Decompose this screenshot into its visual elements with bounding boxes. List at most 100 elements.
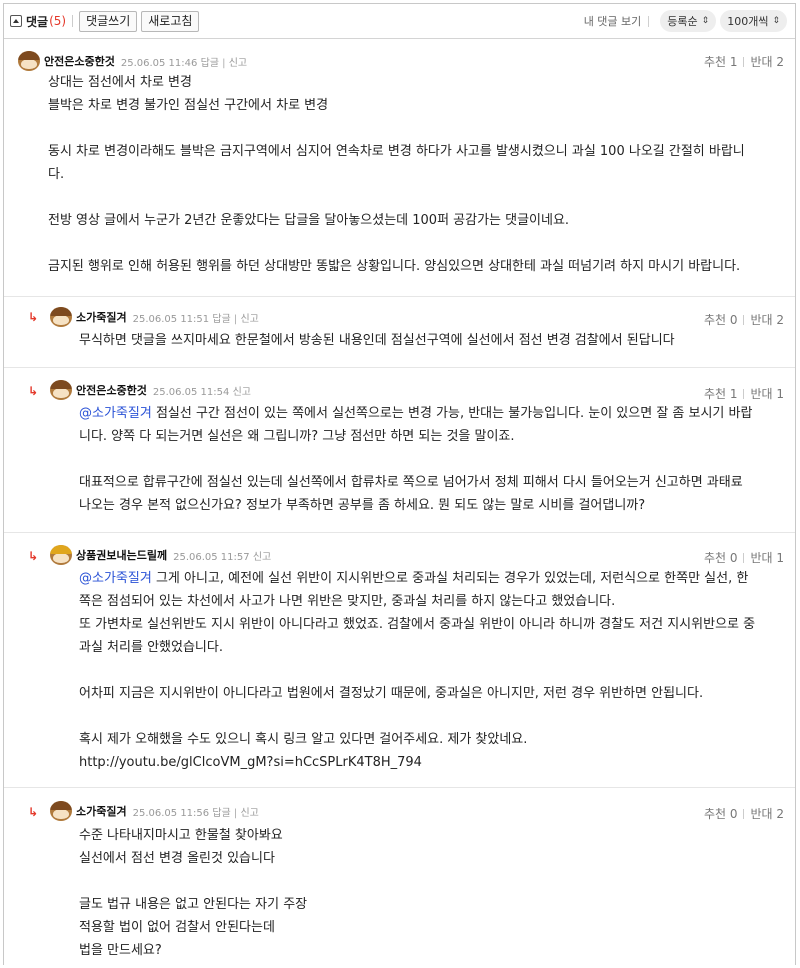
comment-header: 소가죽질겨 25.06.05 11:56 답글 | 신고	[50, 801, 259, 821]
comment-date: 25.06.05 11:51	[132, 313, 210, 325]
comment-line	[79, 448, 752, 471]
comment-meta: 25.06.05 11:51 답글 | 신고	[132, 313, 259, 325]
upvote-button[interactable]: 추천 0	[704, 805, 738, 822]
collapse-icon[interactable]	[10, 15, 22, 27]
avatar	[18, 51, 40, 71]
comment-meta: 25.06.05 11:56 답글 | 신고	[132, 807, 259, 819]
upvote-button[interactable]: 추천 1	[704, 53, 738, 70]
comment-author[interactable]: 소가죽질겨	[76, 309, 127, 325]
mention-link[interactable]: @소가죽질겨	[79, 571, 152, 586]
comment-line: 수준 나타내지마시고 한물철 찾아봐요	[79, 828, 283, 843]
comment-line	[48, 232, 745, 255]
comment-meta: 25.06.05 11:54 신고	[153, 383, 251, 398]
comment-line	[48, 117, 745, 140]
comment-date: 25.06.05 11:54	[152, 386, 230, 398]
divider	[72, 15, 74, 27]
sort-select[interactable]: 등록순 ⇕	[660, 10, 717, 32]
comment-divider	[4, 367, 795, 368]
comment-line: 대표적으로 합류구간에 점실선 있는데 실선쪽에서 합류차로 쪽으로 넘어가서 …	[79, 475, 743, 490]
sort-select-value: 등록순	[667, 15, 698, 28]
report-link[interactable]: 신고	[240, 808, 258, 819]
reply-arrow-icon: ↳	[28, 310, 39, 324]
reply-arrow-icon: ↳	[28, 384, 39, 398]
comment-body: @소가죽질겨 점실선 구간 점선이 있는 쪽에서 실선쪽으로는 변경 가능, 반…	[79, 402, 752, 517]
upvote-button[interactable]: 추천 0	[704, 549, 738, 566]
refresh-button[interactable]: 새로고침	[141, 10, 200, 32]
vote-box: 추천 1 반대 1	[704, 385, 784, 402]
downvote-button[interactable]: 반대 2	[750, 805, 784, 822]
comment-author[interactable]: 상품권보내는드릴께	[76, 547, 167, 563]
upvote-button[interactable]: 추천 0	[704, 311, 738, 328]
downvote-button[interactable]: 반대 2	[750, 311, 784, 328]
comment-line: @소가죽질겨 그게 아니고, 예전에 실선 위반이 지시위반으로 중과실 처리되…	[79, 571, 749, 586]
comment-date: 25.06.05 11:56	[132, 807, 210, 819]
comment-line: 과실 처리를 안했었습니다.	[79, 640, 223, 655]
comment-panel: 댓글 (5) 댓글쓰기 새로고침 내 댓글 보기 등록순 ⇕ 100개씩 ⇕ 안…	[3, 3, 796, 965]
mention-link[interactable]: @소가죽질겨	[79, 406, 152, 421]
comment-header: 안전은소중한것 25.06.05 11:46 답글 | 신고	[18, 51, 247, 71]
comment-line	[79, 705, 755, 728]
comment-line: 적용할 법이 없어 검찰서 안된다는데	[79, 920, 275, 935]
comment-author[interactable]: 소가죽질겨	[76, 803, 127, 819]
upvote-button[interactable]: 추천 1	[704, 385, 738, 402]
comment-count: (5)	[49, 14, 67, 28]
my-comments-link[interactable]: 내 댓글 보기	[584, 13, 642, 29]
comment-divider	[4, 787, 795, 788]
vote-box: 추천 0 반대 1	[704, 549, 784, 566]
updown-chevron-icon: ⇕	[701, 16, 710, 26]
report-link[interactable]: 신고	[240, 314, 258, 325]
comment-line: 나오는 경우 본적 없으신가요? 정보가 부족하면 공부를 좀 하세요. 뭔 되…	[79, 498, 646, 513]
downvote-button[interactable]: 반대 1	[750, 385, 784, 402]
comment-meta: 25.06.05 11:57 신고	[173, 548, 271, 563]
comment-line: 니다. 양쪽 다 되는거면 실선은 왜 그립니까? 그냥 점선만 하면 되는 것…	[79, 429, 515, 444]
youtube-link[interactable]: http://youtu.be/glClcoVM_gM?si=hCcSPLrK4…	[79, 751, 755, 774]
comment-body: 상대는 점선에서 차로 변경 블박은 차로 변경 불가인 점실선 구간에서 차로…	[48, 71, 745, 278]
write-comment-button[interactable]: 댓글쓰기	[79, 10, 138, 32]
comment-line	[79, 659, 755, 682]
reply-link[interactable]: 답글	[212, 314, 230, 325]
divider	[648, 15, 650, 27]
report-link[interactable]: 신고	[229, 58, 247, 69]
reply-link[interactable]: 답글	[212, 808, 230, 819]
comment-line	[79, 870, 307, 893]
avatar	[50, 801, 72, 821]
comment-line: 상대는 점선에서 차로 변경	[48, 75, 192, 90]
downvote-button[interactable]: 반대 2	[750, 53, 784, 70]
report-link[interactable]: 신고	[233, 387, 251, 398]
vote-box: 추천 0 반대 2	[704, 311, 784, 328]
reply-link[interactable]: 답글	[201, 58, 219, 69]
comment-divider	[4, 532, 795, 533]
page-size-select[interactable]: 100개씩 ⇕	[720, 10, 787, 32]
vote-box: 추천 0 반대 2	[704, 805, 784, 822]
comment-date: 25.06.05 11:57	[173, 551, 250, 563]
comment-divider	[4, 296, 795, 297]
comment-title: 댓글	[26, 14, 49, 29]
comment-body: 수준 나타내지마시고 한물철 찾아봐요 실선에서 점선 변경 올린것 있습니다 …	[79, 824, 307, 962]
comment-line: 무식하면 댓글을 쓰지마세요 한문철에서 방송된 내용인데 점실선구역에 실선에…	[79, 333, 675, 348]
comment-author[interactable]: 안전은소중한것	[76, 382, 147, 398]
reply-arrow-icon: ↳	[28, 549, 39, 563]
comment-date: 25.06.05 11:46	[120, 57, 198, 69]
comment-line: 전방 영상 글에서 누군가 2년간 운좋았다는 답글을 달아놓으셨는데 100퍼…	[48, 213, 570, 228]
comment-line: 블박은 차로 변경 불가인 점실선 구간에서 차로 변경	[48, 98, 329, 113]
comment-toolbar: 댓글 (5) 댓글쓰기 새로고침 내 댓글 보기 등록순 ⇕ 100개씩 ⇕	[4, 4, 795, 39]
comment-author[interactable]: 안전은소중한것	[44, 53, 115, 69]
report-link[interactable]: 신고	[253, 552, 271, 563]
comment-line: 동시 차로 변경이라해도 블박은 금지구역에서 심지어 연속차로 변경 하다가 …	[48, 144, 745, 159]
reply-arrow-icon: ↳	[28, 805, 39, 819]
downvote-button[interactable]: 반대 1	[750, 549, 784, 566]
comment-line: 쪽은 점섬되어 있는 차선에서 사고가 나면 위반은 맞지만, 중과실 처리를 …	[79, 594, 616, 609]
comment-line: 어차피 지금은 지시위반이 아니다라고 법원에서 결정났기 때문에, 중과실은 …	[79, 686, 704, 701]
comment-line: 법을 만드세요?	[79, 943, 162, 958]
avatar	[50, 307, 72, 327]
comment-line: 실선에서 점선 변경 올린것 있습니다	[79, 851, 275, 866]
avatar	[50, 380, 72, 400]
comment-line: 또 가변차로 실선위반도 지시 위반이 아니다라고 했었죠. 검찰에서 중과실 …	[79, 617, 756, 632]
comment-body: 무식하면 댓글을 쓰지마세요 한문철에서 방송된 내용인데 점실선구역에 실선에…	[79, 329, 675, 352]
comment-line: 혹시 제가 오해했을 수도 있으니 혹시 링크 알고 있다면 걸어주세요. 제가…	[79, 732, 528, 747]
comment-line: @소가죽질겨 점실선 구간 점선이 있는 쪽에서 실선쪽으로는 변경 가능, 반…	[79, 406, 753, 421]
updown-chevron-icon: ⇕	[772, 16, 780, 26]
comment-line: 금지된 행위로 인해 허용된 행위를 하던 상대방만 똥밟은 상황입니다. 양심…	[48, 259, 741, 274]
page-size-select-value: 100개씩	[727, 15, 769, 28]
comment-meta: 25.06.05 11:46 답글 | 신고	[120, 57, 248, 69]
